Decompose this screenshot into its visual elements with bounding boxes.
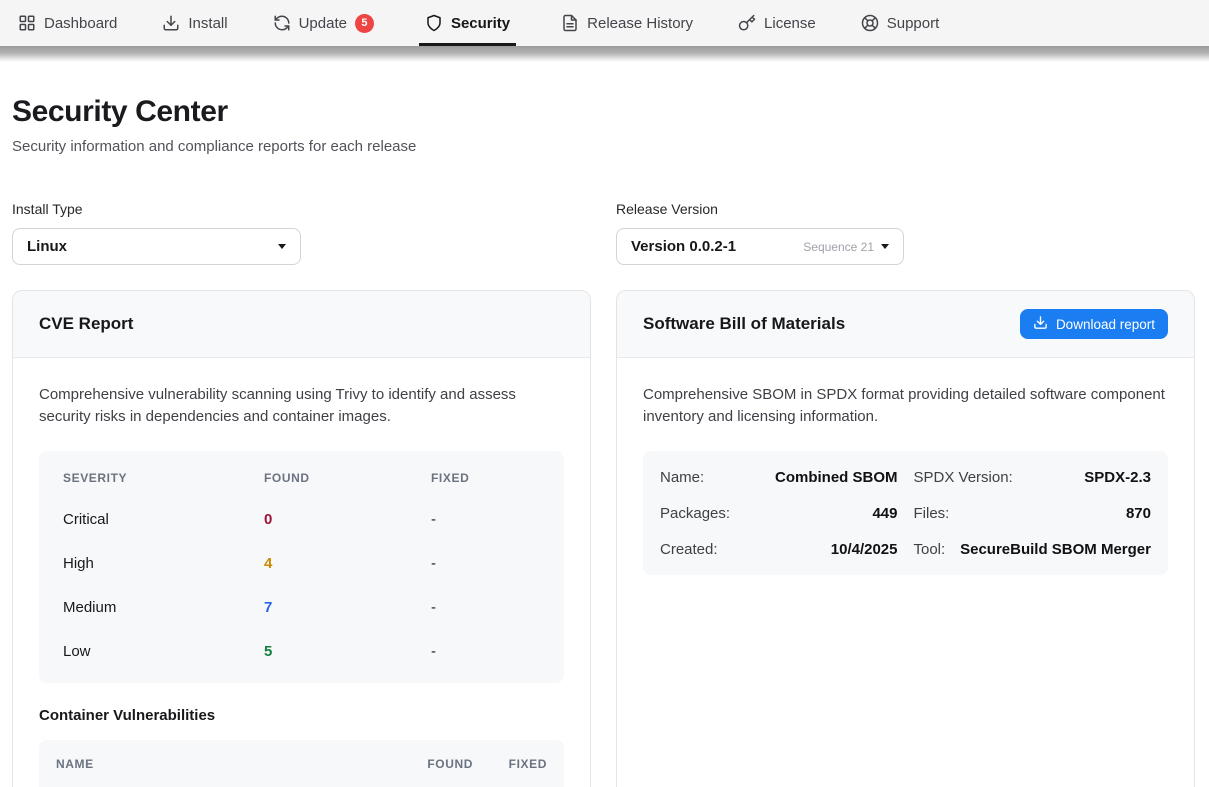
nav-item-support[interactable]: Support: [861, 0, 940, 46]
severity-label: Medium: [63, 599, 264, 616]
table-row: Low 5 -: [63, 629, 540, 673]
filters-section: Install Type Linux Release Version Versi…: [12, 201, 1195, 265]
cve-description: Comprehensive vulnerability scanning usi…: [39, 384, 564, 427]
download-icon: [162, 14, 180, 32]
sbom-info-packages: Packages: 449: [660, 495, 898, 531]
nav-label: Security: [451, 15, 510, 32]
col-found: FOUND: [264, 471, 431, 485]
nav-label: Install: [188, 15, 227, 32]
sbom-card-header: Software Bill of Materials Download repo…: [617, 291, 1194, 358]
sbom-card: Software Bill of Materials Download repo…: [616, 290, 1195, 787]
file-text-icon: [561, 14, 579, 32]
info-label: Created:: [660, 541, 718, 558]
dashboard-grid-icon: [18, 14, 36, 32]
install-type-filter: Install Type Linux: [12, 201, 591, 265]
info-value: 10/4/2025: [831, 541, 898, 558]
table-row: Critical 0 -: [63, 497, 540, 541]
col-name: NAME: [56, 757, 393, 771]
cve-card-title: CVE Report: [39, 314, 133, 334]
col-fixed: FIXED: [485, 757, 547, 771]
update-count-badge: 5: [355, 14, 374, 33]
info-value: 449: [872, 505, 897, 522]
info-label: Name:: [660, 469, 704, 486]
nav-items: Dashboard Install Update 5 Security: [18, 0, 939, 46]
install-type-label: Install Type: [12, 201, 591, 217]
col-fixed: FIXED: [431, 471, 540, 485]
sbom-description: Comprehensive SBOM in SPDX format provid…: [643, 384, 1168, 427]
sequence-label: Sequence 21: [803, 240, 874, 254]
info-label: SPDX Version:: [914, 469, 1013, 486]
found-count: 4: [264, 555, 431, 572]
found-count: 0: [264, 511, 431, 528]
severity-table: SEVERITY FOUND FIXED Critical 0 - High 4…: [39, 451, 564, 683]
download-report-button[interactable]: Download report: [1020, 309, 1168, 339]
sbom-card-body: Comprehensive SBOM in SPDX format provid…: [617, 358, 1194, 601]
nav-item-release-history[interactable]: Release History: [561, 0, 693, 46]
sbom-info-name: Name: Combined SBOM: [660, 459, 898, 495]
info-label: Files:: [914, 505, 950, 522]
life-buoy-icon: [861, 14, 879, 32]
fixed-count: -: [431, 511, 540, 528]
download-report-label: Download report: [1056, 317, 1155, 332]
chevron-down-icon: [278, 244, 286, 249]
release-version-label: Release Version: [616, 201, 1195, 217]
info-label: Tool:: [914, 541, 946, 558]
install-type-select[interactable]: Linux: [12, 228, 301, 265]
fixed-count: -: [431, 643, 540, 660]
release-version-select[interactable]: Version 0.0.2-1 Sequence 21: [616, 228, 904, 265]
top-navigation: Dashboard Install Update 5 Security: [0, 0, 1209, 46]
nav-label: License: [764, 15, 816, 32]
sbom-info-spdx-version: SPDX Version: SPDX-2.3: [914, 459, 1152, 495]
severity-label: Critical: [63, 511, 264, 528]
report-cards: CVE Report Comprehensive vulnerability s…: [12, 290, 1195, 787]
info-value: SecureBuild SBOM Merger: [960, 541, 1151, 558]
release-version-value: Version 0.0.2-1: [631, 238, 736, 255]
nav-item-dashboard[interactable]: Dashboard: [18, 0, 117, 46]
nav-item-update[interactable]: Update 5: [273, 0, 374, 46]
cve-card-header: CVE Report: [13, 291, 590, 358]
nav-label: Support: [887, 15, 940, 32]
page-subtitle: Security information and compliance repo…: [12, 138, 1195, 155]
shield-icon: [425, 14, 443, 32]
sbom-info-files: Files: 870: [914, 495, 1152, 531]
container-vulnerabilities-title: Container Vulnerabilities: [39, 707, 564, 724]
nav-item-license[interactable]: License: [738, 0, 816, 46]
nav-scroll-shadow: [0, 46, 1209, 62]
table-row: Medium 7 -: [63, 585, 540, 629]
severity-table-header: SEVERITY FOUND FIXED: [63, 459, 540, 497]
nav-label: Release History: [587, 15, 693, 32]
found-count: 7: [264, 599, 431, 616]
container-table-header: NAME FOUND FIXED: [39, 740, 564, 787]
refresh-icon: [273, 14, 291, 32]
col-found: FOUND: [393, 757, 485, 771]
cve-card-body: Comprehensive vulnerability scanning usi…: [13, 358, 590, 787]
sbom-info-tool: Tool: SecureBuild SBOM Merger: [914, 531, 1152, 567]
key-icon: [738, 14, 756, 32]
col-severity: SEVERITY: [63, 471, 264, 485]
fixed-count: -: [431, 599, 540, 616]
sbom-info-created: Created: 10/4/2025: [660, 531, 898, 567]
severity-label: High: [63, 555, 264, 572]
page-title: Security Center: [12, 95, 1195, 129]
sbom-info-grid: Name: Combined SBOM SPDX Version: SPDX-2…: [643, 451, 1168, 575]
nav-item-install[interactable]: Install: [162, 0, 227, 46]
main-content: Security Center Security information and…: [0, 95, 1209, 787]
release-version-filter: Release Version Version 0.0.2-1 Sequence…: [616, 201, 1195, 265]
nav-item-security[interactable]: Security: [419, 0, 516, 46]
info-value: 870: [1126, 505, 1151, 522]
fixed-count: -: [431, 555, 540, 572]
nav-label: Dashboard: [44, 15, 117, 32]
download-icon: [1033, 315, 1048, 333]
cve-report-card: CVE Report Comprehensive vulnerability s…: [12, 290, 591, 787]
info-value: SPDX-2.3: [1084, 469, 1151, 486]
nav-label: Update: [299, 15, 347, 32]
severity-label: Low: [63, 643, 264, 660]
found-count: 5: [264, 643, 431, 660]
sbom-card-title: Software Bill of Materials: [643, 314, 845, 334]
table-row: High 4 -: [63, 541, 540, 585]
info-label: Packages:: [660, 505, 730, 522]
install-type-value: Linux: [27, 238, 67, 255]
info-value: Combined SBOM: [775, 469, 898, 486]
chevron-down-icon: [881, 244, 889, 249]
